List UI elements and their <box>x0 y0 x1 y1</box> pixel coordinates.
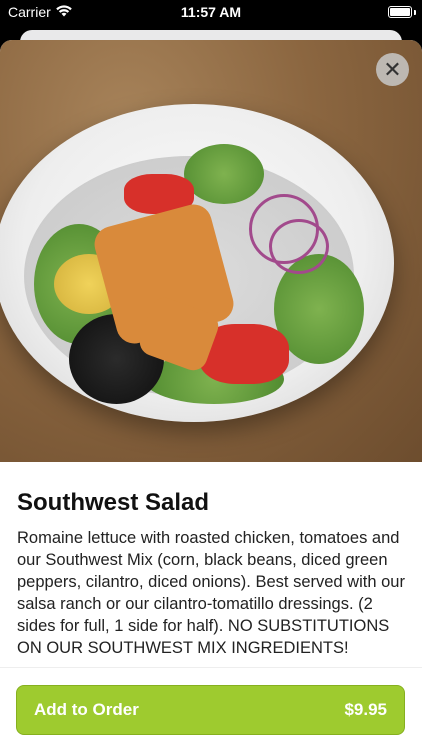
status-bar: Carrier 11:57 AM <box>0 0 422 26</box>
onion-ring-2 <box>269 219 329 274</box>
item-description: Romaine lettuce with roasted chicken, to… <box>17 529 405 657</box>
item-detail-sheet: ✕ Southwest Salad Romaine lettuce with r… <box>0 40 422 750</box>
item-title: Southwest Salad <box>17 489 210 516</box>
status-time: 11:57 AM <box>180 4 242 20</box>
item-price: $9.95 <box>344 700 387 719</box>
item-photo <box>0 40 422 462</box>
lettuce-top <box>184 144 264 204</box>
close-icon: ✕ <box>383 56 402 82</box>
item-info: Southwest Salad Romaine lettuce with roa… <box>17 489 407 672</box>
battery-icon <box>388 6 412 18</box>
add-to-order-button[interactable]: Add to Order $9.95 <box>16 685 405 735</box>
close-button[interactable]: ✕ <box>376 53 409 86</box>
add-to-order-label: Add to Order <box>34 700 139 719</box>
battery-tip <box>414 10 416 15</box>
footer-bar: Add to Order $9.95 <box>0 667 422 750</box>
salad-bowl <box>0 104 394 422</box>
